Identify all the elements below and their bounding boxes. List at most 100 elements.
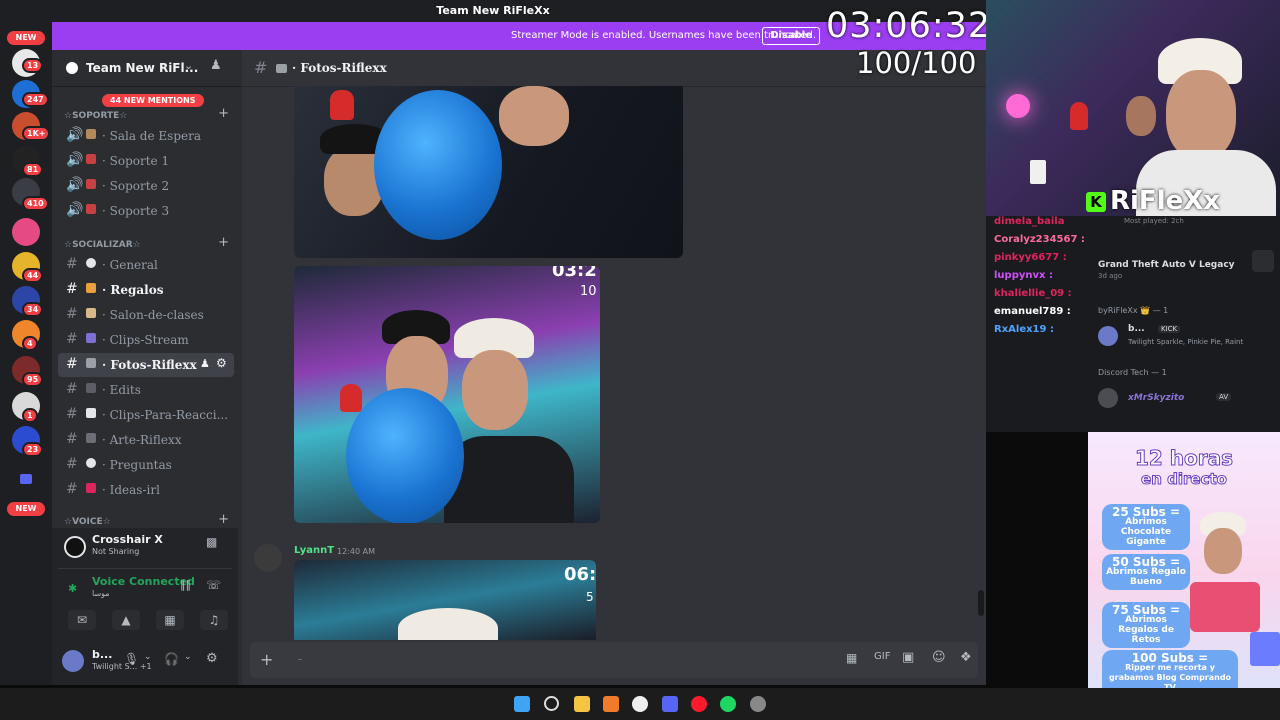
channel-emoji-icon xyxy=(86,433,96,443)
new-unreads-pill[interactable]: NEW xyxy=(7,31,45,45)
category-voice[interactable]: ☆VOICE☆ xyxy=(64,517,111,527)
main-chat-area: # · Fotos-Riflexx 03:2 10 LyannT 12:40 A… xyxy=(242,50,986,685)
avatar[interactable] xyxy=(62,650,84,672)
channel-regalos[interactable]: # · Regalos xyxy=(58,278,234,302)
server-badge: 81 xyxy=(22,162,44,177)
voice-channel-soporte-2[interactable]: 🔊 · Soporte 2 xyxy=(58,174,234,198)
chevron-down-icon[interactable]: ⌄ xyxy=(184,652,192,662)
sticker-icon[interactable]: ▣ xyxy=(902,650,914,665)
microphone-icon[interactable]: 🎙 xyxy=(124,652,139,666)
promo-gift xyxy=(1190,582,1260,632)
file-explorer-icon[interactable] xyxy=(574,696,590,712)
settings-icon[interactable] xyxy=(750,696,766,712)
disconnect-icon[interactable]: ☏ xyxy=(206,578,221,592)
emoji-icon[interactable]: ☺ xyxy=(932,650,946,665)
channel-general[interactable]: # · General xyxy=(58,253,234,277)
sub-goal-count: 100 Subs = xyxy=(1131,651,1209,665)
image-attachment[interactable]: 06: 5 xyxy=(294,560,596,640)
camera-icon xyxy=(86,358,96,368)
create-channel-icon[interactable]: + xyxy=(218,106,229,121)
subathon-promo-panel: 12 horas en directo 25 Subs = Abrimos Cho… xyxy=(1088,432,1280,720)
server-header[interactable]: Team New RiFl... ⌄ ♟ xyxy=(52,50,242,87)
channel-label: · Ideas-irl xyxy=(102,483,160,497)
create-channel-icon[interactable]: + xyxy=(218,235,229,250)
gif-icon[interactable]: GIF xyxy=(874,651,890,662)
new-mentions-pill[interactable]: 44 NEW MENTIONS xyxy=(102,94,204,107)
server-icon[interactable] xyxy=(12,218,40,246)
promo-tv xyxy=(1250,632,1280,666)
chat-message: emanuel789 : xyxy=(994,306,1071,317)
image-attachment[interactable]: 03:2 10 xyxy=(294,266,600,523)
message-composer[interactable]: + - ▦ GIF ▣ ☺ ❖ xyxy=(250,642,978,678)
photo-timer-text: 03:2 xyxy=(552,266,597,281)
sub-goal-count: 25 Subs = xyxy=(1111,505,1181,519)
voice-channel-sala-de-espera[interactable]: 🔊 · Sala de Espera xyxy=(58,124,234,148)
create-channel-icon[interactable]: + xyxy=(218,512,229,527)
scrollbar-thumb[interactable] xyxy=(978,590,984,616)
sub-goal-text: Abrimos Regalos de Retos xyxy=(1118,615,1174,645)
gear-icon[interactable]: ⚙ xyxy=(216,356,227,370)
image-attachment[interactable] xyxy=(294,86,683,258)
apps-icon[interactable]: ❖ xyxy=(960,650,972,665)
server-badge: 247 xyxy=(22,92,49,107)
spotify-icon[interactable] xyxy=(720,696,736,712)
channel-emoji-icon xyxy=(86,408,96,418)
voice-channel-soporte-3[interactable]: 🔊 · Soporte 3 xyxy=(58,199,234,223)
channel-edits[interactable]: # · Edits xyxy=(58,378,234,402)
message-author[interactable]: LyannT xyxy=(294,545,334,556)
chevron-down-icon[interactable]: ⌄ xyxy=(144,652,152,662)
discord-icon[interactable] xyxy=(662,696,678,712)
soundboard-icon[interactable]: ♫ xyxy=(200,610,228,630)
obs-icon[interactable] xyxy=(632,696,648,712)
channel-label: · Preguntas xyxy=(102,458,172,472)
message-input[interactable]: - xyxy=(298,652,308,666)
category-socializar[interactable]: ☆SOCIALIZAR☆ xyxy=(64,240,141,250)
speaker-icon: 🔊 xyxy=(66,177,84,193)
voice-channel-name[interactable]: موسا xyxy=(92,589,110,598)
kick-logo-icon: K xyxy=(1086,192,1106,212)
member-status: Twilight Sparkle, Pinkie Pie, Raint xyxy=(1128,338,1244,346)
channel-clips-para-reaccionar[interactable]: # · Clips-Para-Reacci... xyxy=(58,403,234,427)
member-avatar[interactable] xyxy=(1098,388,1118,408)
channel-fotos-riflexx[interactable]: # · Fotos-Riflexx ♟ ⚙ xyxy=(58,353,234,377)
folder-icon[interactable] xyxy=(20,474,32,484)
invite-icon[interactable]: ♟ xyxy=(200,357,210,370)
disable-streamer-mode-button[interactable]: Disable xyxy=(762,27,820,45)
channel-clips-stream[interactable]: # · Clips-Stream xyxy=(58,328,234,352)
category-soporte[interactable]: ☆SOPORTE☆ xyxy=(64,111,127,121)
headphones-icon[interactable]: 🎧 xyxy=(164,652,179,666)
channel-salon-de-clases[interactable]: # · Salon-de-clases xyxy=(58,303,234,327)
channel-arte-riflexx[interactable]: # · Arte-Riflexx xyxy=(58,428,234,452)
channel-label: · Arte-Riflexx xyxy=(102,433,182,447)
screen-share-icon[interactable]: ▩ xyxy=(206,535,217,549)
member-name[interactable]: xMrSkyzito xyxy=(1128,393,1184,403)
search-icon[interactable] xyxy=(544,696,559,711)
message-avatar[interactable] xyxy=(254,544,282,572)
voice-channel-soporte-1[interactable]: 🔊 · Soporte 1 xyxy=(58,149,234,173)
app-icon[interactable] xyxy=(603,696,619,712)
chat-username: Coralyz234567 : xyxy=(994,234,1085,245)
activities-icon[interactable]: ▦ xyxy=(156,610,184,630)
channel-emoji-icon xyxy=(86,458,96,468)
opera-icon[interactable] xyxy=(691,696,707,712)
camera-off-icon[interactable]: ✉ xyxy=(68,610,96,630)
member-avatar[interactable] xyxy=(1098,326,1118,346)
channel-label: · Edits xyxy=(102,383,141,397)
gift-icon[interactable]: ▦ xyxy=(846,651,857,665)
add-member-icon[interactable]: ♟ xyxy=(210,58,222,73)
channel-ideas-irl[interactable]: # · Ideas-irl xyxy=(58,478,234,502)
server-badge: 410 xyxy=(22,196,49,211)
share-screen-button-icon[interactable]: ▲ xyxy=(112,610,140,630)
game-title[interactable]: Grand Theft Auto V Legacy xyxy=(1098,260,1235,270)
server-rail: NEW 13 247 1K+ 81 410 44 34 4 95 1 23 NE… xyxy=(0,22,52,685)
noise-suppression-icon[interactable]: ‖‖ xyxy=(180,578,191,591)
santa-figure xyxy=(330,90,354,120)
chevron-down-icon[interactable]: ⌄ xyxy=(184,59,193,72)
channel-preguntas[interactable]: # · Preguntas xyxy=(58,453,234,477)
gear-icon[interactable]: ⚙ xyxy=(206,651,218,666)
member-name[interactable]: b... xyxy=(1128,324,1145,334)
new-unreads-pill[interactable]: NEW xyxy=(7,502,45,516)
add-attachment-icon[interactable]: + xyxy=(260,650,273,669)
username[interactable]: b... xyxy=(92,648,112,661)
windows-start-icon[interactable] xyxy=(514,696,530,712)
